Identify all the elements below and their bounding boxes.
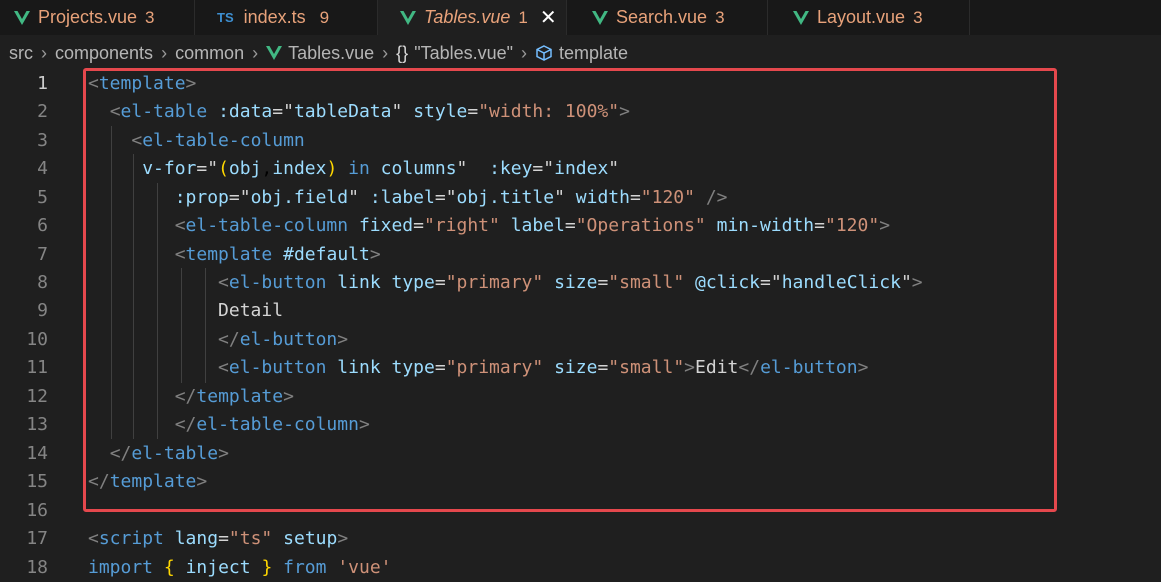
line-number: 10 xyxy=(26,329,48,350)
problem-count: 3 xyxy=(913,7,923,27)
line-number: 12 xyxy=(26,386,48,407)
vue-icon xyxy=(14,10,30,25)
tab-label: Layout.vue xyxy=(817,7,906,27)
vue-icon xyxy=(793,10,809,25)
code-line: <script lang="ts" setup> xyxy=(88,528,349,549)
line-number: 1 xyxy=(37,73,48,94)
code-line: import { inject } from 'vue' xyxy=(88,557,392,578)
tab-layout-vue[interactable]: Layout.vue 3 xyxy=(768,0,970,35)
breadcrumb-file[interactable]: Tables.vue xyxy=(288,43,374,64)
chevron-right-icon: › xyxy=(382,42,389,63)
line-number: 17 xyxy=(26,528,48,549)
problem-count: 3 xyxy=(715,7,725,27)
line-number: 5 xyxy=(37,187,48,208)
line-number: 11 xyxy=(26,357,48,378)
line-number: 2 xyxy=(37,101,48,122)
breadcrumb-src[interactable]: src xyxy=(9,43,33,64)
chevron-right-icon: › xyxy=(521,42,528,63)
line-number: 9 xyxy=(37,300,48,321)
line-number: 6 xyxy=(37,215,48,236)
tab-tables-vue[interactable]: Tables.vue 1 ✕ xyxy=(378,0,567,35)
line-number: 16 xyxy=(26,500,48,521)
tab-label: index.ts xyxy=(243,7,306,27)
tab-label: Search.vue xyxy=(616,7,708,27)
problem-count: 3 xyxy=(145,7,155,27)
line-number: 4 xyxy=(37,158,48,179)
braces-icon: {} xyxy=(396,42,409,63)
chevron-right-icon: › xyxy=(161,42,168,63)
breadcrumb: src › components › common › Tables.vue ›… xyxy=(0,38,1161,68)
vue-icon xyxy=(400,10,416,25)
line-number: 13 xyxy=(26,414,48,435)
line-number: 7 xyxy=(37,244,48,265)
breadcrumb-components[interactable]: components xyxy=(55,43,153,64)
tab-search-vue[interactable]: Search.vue 3 xyxy=(567,0,768,35)
cube-icon xyxy=(536,45,552,61)
tab-bar: Projects.vue 3 TS index.ts 9 Tables.vue … xyxy=(0,0,1161,35)
problem-count: 9 xyxy=(319,7,330,27)
highlight-box xyxy=(83,68,1057,512)
close-icon[interactable]: ✕ xyxy=(540,5,557,30)
line-number: 18 xyxy=(26,557,48,578)
tab-projects-vue[interactable]: Projects.vue 3 xyxy=(0,0,195,35)
line-number: 14 xyxy=(26,443,48,464)
line-number: 3 xyxy=(37,130,48,151)
tab-label: Tables.vue xyxy=(424,7,511,27)
vue-icon xyxy=(592,10,608,25)
vue-icon xyxy=(266,46,283,60)
breadcrumb-common[interactable]: common xyxy=(175,43,244,64)
chevron-right-icon: › xyxy=(252,42,259,63)
problem-count: 1 xyxy=(518,7,528,27)
line-number: 8 xyxy=(37,272,48,293)
typescript-icon: TS xyxy=(217,10,234,25)
breadcrumb-template[interactable]: template xyxy=(559,43,628,64)
line-number: 15 xyxy=(26,471,48,492)
breadcrumb-symbol[interactable]: "Tables.vue" xyxy=(414,43,513,64)
tab-index-ts[interactable]: TS index.ts 9 xyxy=(195,0,378,35)
tab-label: Projects.vue xyxy=(38,7,138,27)
chevron-right-icon: › xyxy=(41,42,47,63)
